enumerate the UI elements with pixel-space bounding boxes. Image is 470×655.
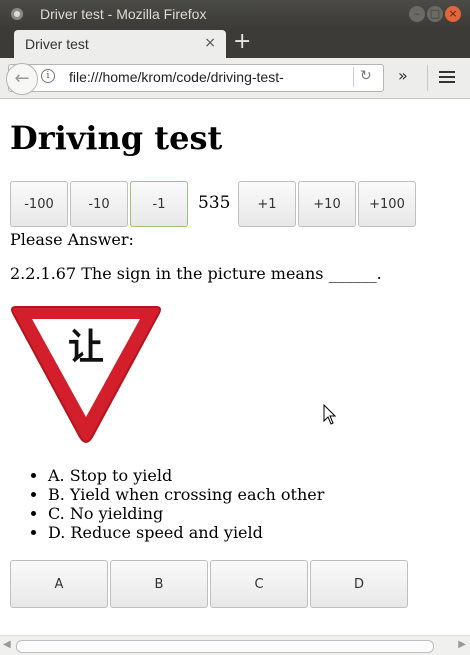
window-title: Driver test - Mozilla Firefox [40,6,207,22]
answer-b-button[interactable]: B [110,560,208,608]
back-arrow-icon[interactable]: ← [6,63,38,95]
plus-10-button[interactable]: +10 [298,181,356,227]
yield-sign-image: 让 [10,299,162,451]
answer-a-button[interactable]: A [10,560,108,608]
tab-driver-test[interactable]: Driver test × [14,30,226,58]
window-titlebar: Driver test - Mozilla Firefox – □ × [0,0,470,28]
option-c: C. No yielding [48,504,324,523]
url-separator [353,67,354,87]
minus-1-button[interactable]: -1 [130,181,188,227]
scroll-left-icon[interactable]: ◀ [3,639,11,650]
close-window-button[interactable]: × [445,6,461,22]
sign-glyph: 让 [68,327,104,368]
minus-10-button[interactable]: -10 [70,181,128,227]
plus-100-button[interactable]: +100 [358,181,416,227]
horizontal-scrollbar[interactable]: ◀ ▶ [0,635,470,655]
minus-100-button[interactable]: -100 [10,181,68,227]
reload-icon[interactable]: ↻ [360,68,372,84]
info-icon[interactable]: i [41,69,55,83]
toolbar-separator [427,65,428,91]
hamburger-menu-icon[interactable] [439,71,455,85]
page-title: Driving test [10,119,223,157]
question-counter: 535 [198,193,231,213]
app-icon [11,8,23,20]
answer-options: A. Stop to yield B. Yield when crossing … [48,466,324,542]
plus-1-button[interactable]: +1 [238,181,296,227]
new-tab-button[interactable]: + [233,31,251,53]
overflow-icon[interactable]: » [398,66,408,85]
scrollbar-thumb[interactable] [16,640,434,653]
page-content: Driving test -100 -10 -1 535 +1 +10 +100… [0,99,470,635]
tab-label: Driver test [25,36,89,52]
option-d: D. Reduce speed and yield [48,523,324,542]
tab-close-icon[interactable]: × [204,35,216,51]
question-text: 2.2.1.67 The sign in the picture means _… [10,264,382,283]
mouse-cursor-icon [323,404,337,425]
answer-c-button[interactable]: C [210,560,308,608]
url-text[interactable]: file:///home/krom/code/driving-test- [69,69,351,85]
scroll-right-icon[interactable]: ▶ [458,639,466,650]
minimize-button[interactable]: – [409,6,425,22]
option-a: A. Stop to yield [48,466,324,485]
answer-prompt: Please Answer: [10,230,134,249]
option-b: B. Yield when crossing each other [48,485,324,504]
maximize-button[interactable]: □ [427,6,443,22]
url-bar[interactable]: file:///home/krom/code/driving-test- ↻ [8,64,384,92]
answer-d-button[interactable]: D [310,560,408,608]
